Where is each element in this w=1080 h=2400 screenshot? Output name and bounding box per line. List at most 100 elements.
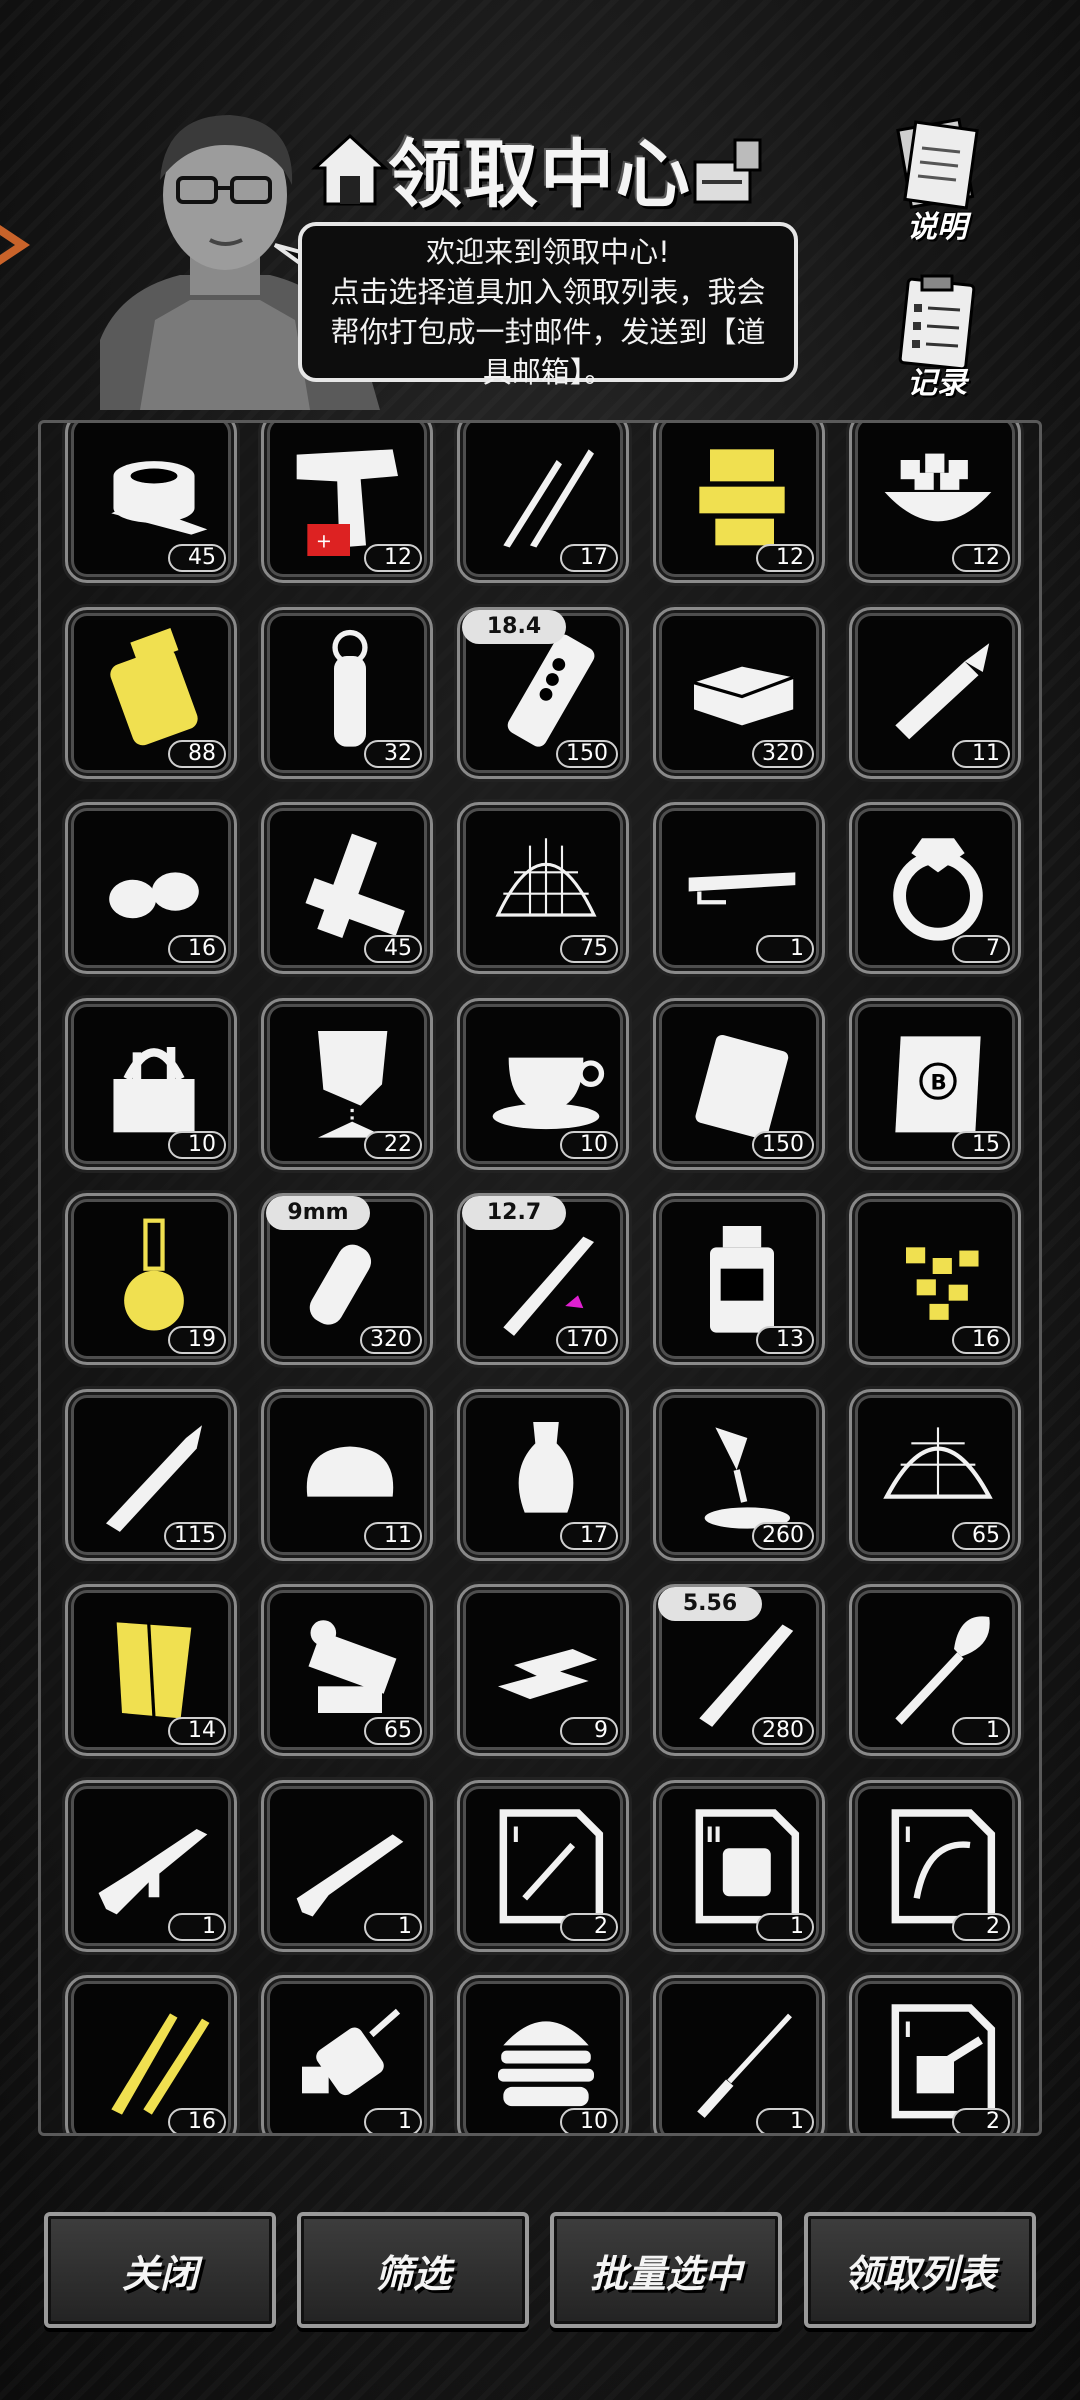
item-count-badge: 320 [752,739,814,768]
item-slot[interactable]: 16 [65,802,237,974]
item-slot[interactable]: 1 [653,802,825,974]
gold-blades-icon [111,2013,210,2115]
instructions-button[interactable]: 说明 [882,112,992,245]
item-slot[interactable]: I2 [849,1975,1021,2133]
item-slot[interactable]: II 1 [653,1779,825,1952]
item-count-badge: 12 [364,544,422,572]
bubble-line: 具邮箱】。 [482,355,614,389]
item-slot[interactable]: 12 [653,423,825,583]
item-slot[interactable]: 1 [849,1584,1021,1756]
item-slot[interactable]: 45 [261,802,433,974]
item-slot[interactable]: 9mm 320 [261,1193,433,1365]
item-count-badge: 2 [952,1912,1010,1941]
item-slot[interactable]: I2 [457,1779,629,1952]
item-slot[interactable]: 13 [653,1193,825,1365]
item-count-badge: 45 [168,544,226,572]
item-count-badge: 11 [364,1521,422,1550]
tool-bag-icon [113,1046,195,1132]
pouch-icon [695,1034,789,1139]
item-slot[interactable]: 5.56 280 [653,1584,825,1756]
claim-list-button[interactable]: 领取列表 [804,2212,1036,2328]
records-button[interactable]: 记录 [882,268,992,401]
item-slot[interactable]: 12 [849,423,1021,583]
orange-arrow-icon [0,225,30,265]
item-count-badge: 17 [560,1521,618,1550]
item-count-badge: 12 [952,544,1010,572]
item-count-badge: 280 [752,1717,814,1745]
item-slot[interactable]: 1 [653,1975,825,2133]
item-slot[interactable]: 45 [65,423,237,583]
item-slot[interactable]: 11 [849,606,1021,779]
close-button[interactable]: 关闭 [44,2212,276,2328]
item-count-badge: 32 [364,739,422,768]
bar-part-icon [688,872,796,905]
item-slot[interactable]: 32 [261,606,433,779]
item-count-badge: 115 [164,1521,226,1550]
item-count-badge: 150 [556,739,618,768]
sand-funnel-icon [318,1030,388,1138]
wood-planks-icon [305,833,405,938]
item-slot[interactable]: 7 [849,802,1021,974]
item-slot[interactable]: 10 [65,997,237,1170]
item-slot[interactable]: I2 [849,1779,1021,1952]
item-count-badge: 13 [756,1326,814,1354]
item-count-badge: 14 [168,1717,226,1745]
speech-bubble: 欢迎来到领取中心! 点击选择道具加入领取列表，我会 帮你打包成一封邮件，发送到【… [298,222,798,389]
claw-scratch-icon [503,449,594,548]
item-slot[interactable]: 320 [653,606,825,779]
item-count-badge: 2 [952,2108,1010,2133]
machine-parts-icon [308,1620,397,1713]
item-slot[interactable]: 10 [457,997,629,1170]
item-slot[interactable]: 1 [261,1779,433,1952]
item-slot[interactable]: 22 [261,997,433,1170]
screwdriver-icon [697,2013,792,2118]
item-slot[interactable]: 10 [457,1975,629,2133]
item-slot[interactable]: 88 [65,606,237,779]
item-count-badge: 10 [560,2108,618,2133]
vase-icon [518,1421,574,1513]
assault-rifle-icon [98,1828,208,1914]
bandage-roll-icon [111,461,208,535]
records-label: 记录 [907,366,967,401]
shotgun-icon [296,1833,404,1916]
item-slot[interactable]: 1 [65,1779,237,1952]
item-slot[interactable]: 12.7 170 [457,1193,629,1365]
gold-bars-icon [498,1649,598,1700]
blueprint-turret-icon: I [891,2004,996,2119]
item-count-badge: 9 [560,1717,618,1745]
sugar-bowl-icon [884,453,992,522]
item-slot[interactable]: +12 [261,423,433,583]
item-count-badge: 1 [364,2108,422,2133]
item-grid-panel[interactable]: 45 +12 17 12 12 88 32 18.4 150 320 11 16 45 75 1 7 10 22 1… [38,420,1042,2136]
bread-icon [306,1446,394,1497]
item-count-badge: 12 [756,544,814,572]
item-slot[interactable]: 14 [65,1584,237,1756]
item-slot[interactable]: 11 [261,1388,433,1561]
item-count-badge: 17 [560,544,618,572]
svg-text:B: B [931,1070,947,1095]
filter-button[interactable]: 筛选 [297,2212,529,2328]
batch-select-button[interactable]: 批量选中 [550,2212,782,2328]
item-count-badge: 22 [364,1130,422,1159]
item-slot[interactable]: 9 [457,1584,629,1756]
item-count-badge: 1 [756,935,814,963]
item-count-badge: 2 [560,1912,618,1941]
item-slot[interactable]: 16 [849,1193,1021,1365]
item-slot[interactable]: 65 [849,1388,1021,1561]
svg-text:I: I [512,1822,520,1847]
item-slot[interactable]: 115 [65,1388,237,1561]
item-slot[interactable]: 260 [653,1388,825,1561]
item-slot[interactable]: 16 [65,1975,237,2133]
bullion-box-icon [693,666,794,725]
item-count-badge: 1 [364,1912,422,1941]
item-slot[interactable]: 18.4 150 [457,606,629,779]
item-slot[interactable]: B 15 [849,997,1021,1170]
item-slot[interactable]: 150 [653,997,825,1170]
item-slot[interactable]: 17 [457,1388,629,1561]
item-slot[interactable]: 1 [261,1975,433,2133]
item-slot[interactable]: 17 [457,423,629,583]
item-slot[interactable]: 19 [65,1193,237,1365]
item-slot[interactable]: 75 [457,802,629,974]
item-count-badge: 150 [752,1130,814,1159]
item-slot[interactable]: 65 [261,1584,433,1756]
